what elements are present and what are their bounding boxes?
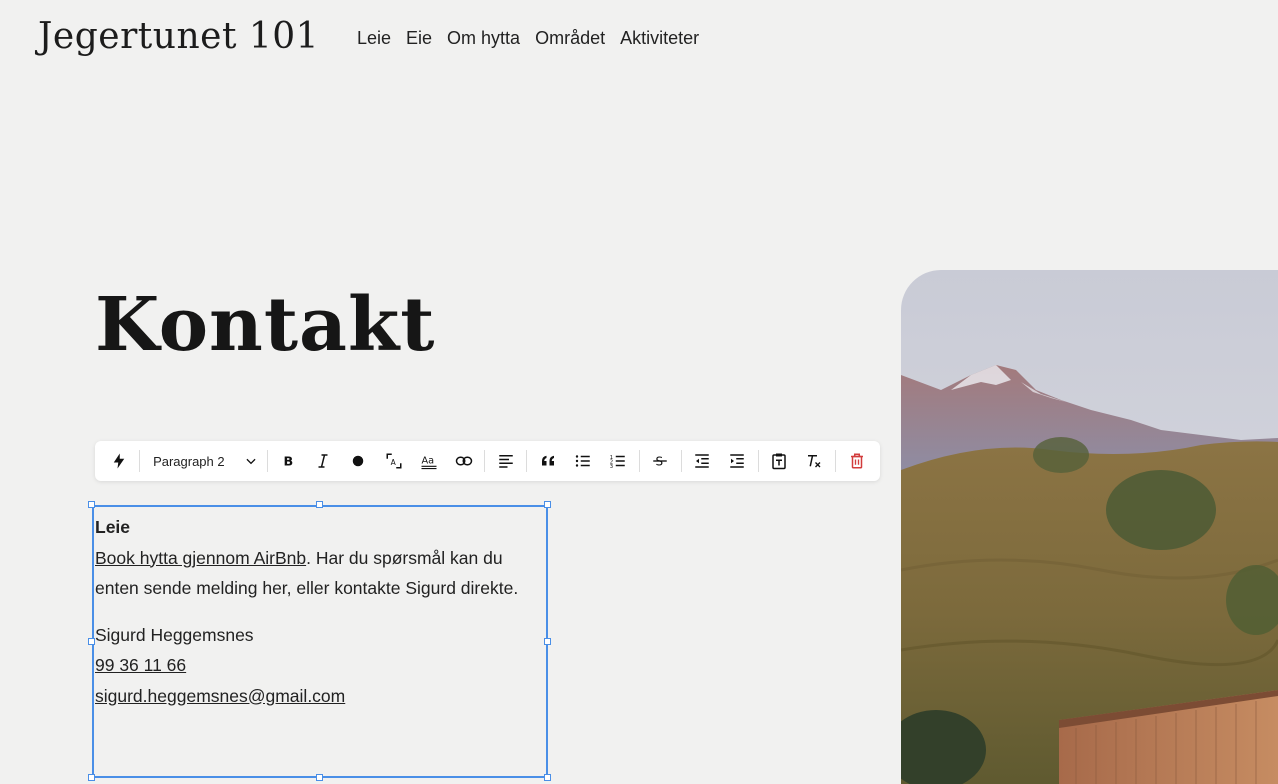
- text-size-icon[interactable]: A: [379, 446, 408, 476]
- toolbar-divider: [835, 450, 836, 472]
- cabin-landscape-image: [901, 270, 1278, 784]
- link-icon[interactable]: [449, 446, 478, 476]
- italic-icon[interactable]: [309, 446, 338, 476]
- contact-text[interactable]: Leie Book hytta gjennom AirBnb. Har du s…: [95, 512, 545, 711]
- quote-icon[interactable]: [533, 446, 562, 476]
- trash-icon[interactable]: [842, 446, 871, 476]
- resize-handle[interactable]: [316, 501, 323, 508]
- bold-icon[interactable]: B: [274, 446, 303, 476]
- svg-text:3: 3: [610, 464, 613, 470]
- resize-handle[interactable]: [88, 774, 95, 781]
- svg-text:Aa: Aa: [421, 455, 434, 466]
- toolbar-divider: [526, 450, 528, 472]
- clear-format-icon[interactable]: [800, 446, 829, 476]
- section-heading: Leie: [95, 517, 131, 537]
- numbered-list-icon[interactable]: 123: [604, 446, 633, 476]
- resize-handle[interactable]: [544, 774, 551, 781]
- nav-aktiviteter[interactable]: Aktiviteter: [620, 28, 699, 49]
- phone-link[interactable]: 99 36 11 66: [95, 655, 186, 675]
- resize-handle[interactable]: [316, 774, 323, 781]
- paragraph-style-select[interactable]: Paragraph 2: [143, 446, 264, 476]
- contact-name: Sigurd Heggemsnes: [95, 624, 254, 645]
- site-logo[interactable]: Jegertunet 101: [38, 16, 319, 57]
- align-left-icon[interactable]: [491, 446, 520, 476]
- outdent-icon[interactable]: [688, 446, 717, 476]
- nav-leie[interactable]: Leie: [357, 28, 391, 49]
- toolbar-divider: [680, 450, 682, 472]
- chevron-down-icon: [246, 458, 256, 465]
- text-format-toolbar: Paragraph 2 B A Aa 123 S: [95, 441, 880, 481]
- strikethrough-icon[interactable]: S: [646, 446, 675, 476]
- airbnb-link[interactable]: Book hytta gjennom AirBnb: [95, 548, 306, 568]
- nav-eie[interactable]: Eie: [406, 28, 432, 49]
- main-nav: Leie Eie Om hytta Området Aktiviteter: [357, 28, 714, 49]
- color-dot-icon[interactable]: [344, 446, 373, 476]
- indent-icon[interactable]: [723, 446, 752, 476]
- resize-handle[interactable]: [88, 501, 95, 508]
- paste-text-icon[interactable]: [765, 446, 794, 476]
- bullet-list-icon[interactable]: [568, 446, 597, 476]
- toolbar-divider: [484, 450, 486, 472]
- toolbar-divider: [139, 450, 141, 472]
- svg-text:B: B: [284, 455, 294, 470]
- resize-handle[interactable]: [544, 501, 551, 508]
- page-title: Kontakt: [95, 282, 436, 368]
- toolbar-divider: [757, 450, 759, 472]
- email-link[interactable]: sigurd.heggemsnes@gmail.com: [95, 686, 345, 706]
- resize-handle[interactable]: [88, 638, 95, 645]
- toolbar-divider: [638, 450, 640, 472]
- resize-handle[interactable]: [544, 638, 551, 645]
- svg-text:A: A: [390, 458, 396, 467]
- nav-om-hytta[interactable]: Om hytta: [447, 28, 520, 49]
- text-style-icon[interactable]: Aa: [414, 446, 443, 476]
- lightning-icon[interactable]: [104, 446, 133, 476]
- nav-omradet[interactable]: Området: [535, 28, 605, 49]
- paragraph-style-label: Paragraph 2: [153, 453, 225, 469]
- toolbar-divider: [266, 450, 268, 472]
